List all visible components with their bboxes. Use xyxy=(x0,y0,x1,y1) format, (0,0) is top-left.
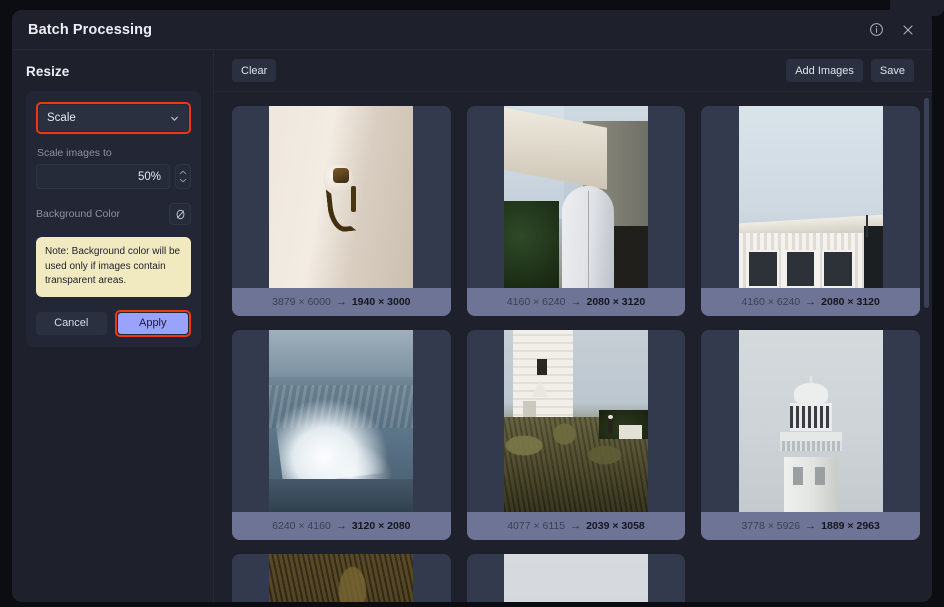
resize-mode-highlight: Scale xyxy=(36,102,191,134)
thumbnail-area xyxy=(701,330,920,512)
resize-sidebar: Resize Scale Scale images to 50% Backgro… xyxy=(12,50,214,602)
arrow-icon: → xyxy=(570,296,582,308)
thumbnail-area xyxy=(701,106,920,288)
image-thumbnail xyxy=(738,330,883,512)
target-dimensions: 2039 × 3058 xyxy=(586,520,645,532)
image-thumbnail xyxy=(503,106,648,288)
background-color-label: Background Color xyxy=(36,208,121,220)
batch-processing-dialog: Batch Processing Resize Scale Scale imag… xyxy=(12,10,932,602)
image-thumbnail xyxy=(269,330,414,512)
chevron-down-icon xyxy=(179,178,187,183)
thumbnail-area xyxy=(232,106,451,288)
info-icon[interactable] xyxy=(866,20,886,40)
image-thumbnail xyxy=(738,106,883,288)
thumbnail-area xyxy=(232,330,451,512)
image-card[interactable]: 4077 × 6115 → 2039 × 3058 xyxy=(466,330,686,540)
image-card[interactable]: 3778 × 5926 → 1889 × 2963 xyxy=(701,330,920,540)
no-color-icon[interactable] xyxy=(169,203,191,225)
scale-stepper[interactable] xyxy=(175,164,191,189)
arrow-icon: → xyxy=(335,296,347,308)
close-icon[interactable] xyxy=(898,20,918,40)
add-images-button[interactable]: Add Images xyxy=(786,59,863,82)
toolbar-right-group: Add Images Save xyxy=(786,59,914,82)
dialog-body: Resize Scale Scale images to 50% Backgro… xyxy=(12,50,932,602)
thumbnail-area xyxy=(467,554,686,602)
resize-mode-select[interactable]: Scale xyxy=(39,105,188,131)
clear-button[interactable]: Clear xyxy=(232,59,277,82)
image-card[interactable]: 4160 × 6240 → 2080 × 3120 xyxy=(701,106,920,316)
image-thumbnail xyxy=(269,554,414,602)
titlebar-actions xyxy=(866,20,918,40)
chevron-up-icon xyxy=(179,170,187,175)
image-thumbnail xyxy=(269,106,414,288)
original-dimensions: 3778 × 5926 xyxy=(741,520,801,532)
image-grid: 3879 × 6000 → 1940 × 3000 4160 × 6240 → 2080 … xyxy=(232,106,920,602)
target-dimensions: 1940 × 3000 xyxy=(351,296,411,308)
image-thumbnail xyxy=(503,330,648,512)
resize-caption: 4160 × 6240 → 2080 × 3120 xyxy=(466,288,686,316)
thumbnail-area xyxy=(467,330,686,512)
image-card[interactable] xyxy=(232,554,451,602)
original-dimensions: 4160 × 6240 xyxy=(741,296,801,308)
image-card[interactable]: 6240 × 4160 → 3120 × 2080 xyxy=(232,330,451,540)
target-dimensions: 2080 × 3120 xyxy=(821,296,880,308)
target-dimensions: 1889 × 2963 xyxy=(821,520,880,532)
chevron-down-icon xyxy=(169,113,180,124)
resize-caption: 3778 × 5926 → 1889 × 2963 xyxy=(701,512,920,540)
scale-field-label: Scale images to xyxy=(37,147,112,159)
original-dimensions: 3879 × 6000 xyxy=(272,296,331,308)
sidebar-heading: Resize xyxy=(26,64,70,79)
image-card[interactable]: 4160 × 6240 → 2080 × 3120 xyxy=(466,106,686,316)
thumbnail-area xyxy=(232,554,451,602)
resize-mode-value: Scale xyxy=(47,112,76,124)
background-color-row: Background Color xyxy=(36,203,191,225)
resize-options-panel: Scale Scale images to 50% Background Col… xyxy=(26,91,201,347)
arrow-icon: → xyxy=(335,520,347,532)
vertical-scrollbar[interactable] xyxy=(924,98,929,308)
cancel-button[interactable]: Cancel xyxy=(36,311,107,335)
arrow-icon: → xyxy=(805,296,817,308)
resize-caption: 4077 × 6115 → 2039 × 3058 xyxy=(466,512,686,540)
content-toolbar: Clear Add Images Save xyxy=(214,50,932,92)
dialog-title: Batch Processing xyxy=(28,21,153,38)
resize-caption: 3879 × 6000 → 1940 × 3000 xyxy=(232,288,451,316)
image-card[interactable] xyxy=(466,554,686,602)
scale-input-row: 50% xyxy=(36,164,191,189)
resize-caption: 4160 × 6240 → 2080 × 3120 xyxy=(701,288,920,316)
resize-caption: 6240 × 4160 → 3120 × 2080 xyxy=(232,512,451,540)
target-dimensions: 3120 × 2080 xyxy=(351,520,411,532)
scale-input[interactable]: 50% xyxy=(36,164,170,189)
thumbnail-area xyxy=(467,106,686,288)
content-area: Clear Add Images Save 3879 × 6000 → 1940 ×… xyxy=(214,50,932,602)
target-dimensions: 2080 × 3120 xyxy=(586,296,646,308)
sidebar-button-row: Cancel Apply xyxy=(36,309,191,337)
apply-button[interactable]: Apply xyxy=(117,312,188,334)
background-color-note: Note: Background color will be used only… xyxy=(36,237,191,297)
image-card[interactable]: 3879 × 6000 → 1940 × 3000 xyxy=(232,106,451,316)
apply-button-highlight: Apply xyxy=(114,309,191,337)
original-dimensions: 6240 × 4160 xyxy=(272,520,331,532)
arrow-icon: → xyxy=(805,520,817,532)
original-dimensions: 4160 × 6240 xyxy=(506,296,566,308)
original-dimensions: 4077 × 6115 xyxy=(507,520,566,532)
arrow-icon: → xyxy=(570,520,582,532)
save-button[interactable]: Save xyxy=(870,59,914,82)
app-root: Batch Processing Resize Scale Scale imag… xyxy=(0,0,944,607)
image-grid-scroll[interactable]: 3879 × 6000 → 1940 × 3000 4160 × 6240 → 2080 … xyxy=(214,92,932,602)
image-thumbnail xyxy=(503,554,648,602)
dialog-titlebar: Batch Processing xyxy=(12,10,932,50)
